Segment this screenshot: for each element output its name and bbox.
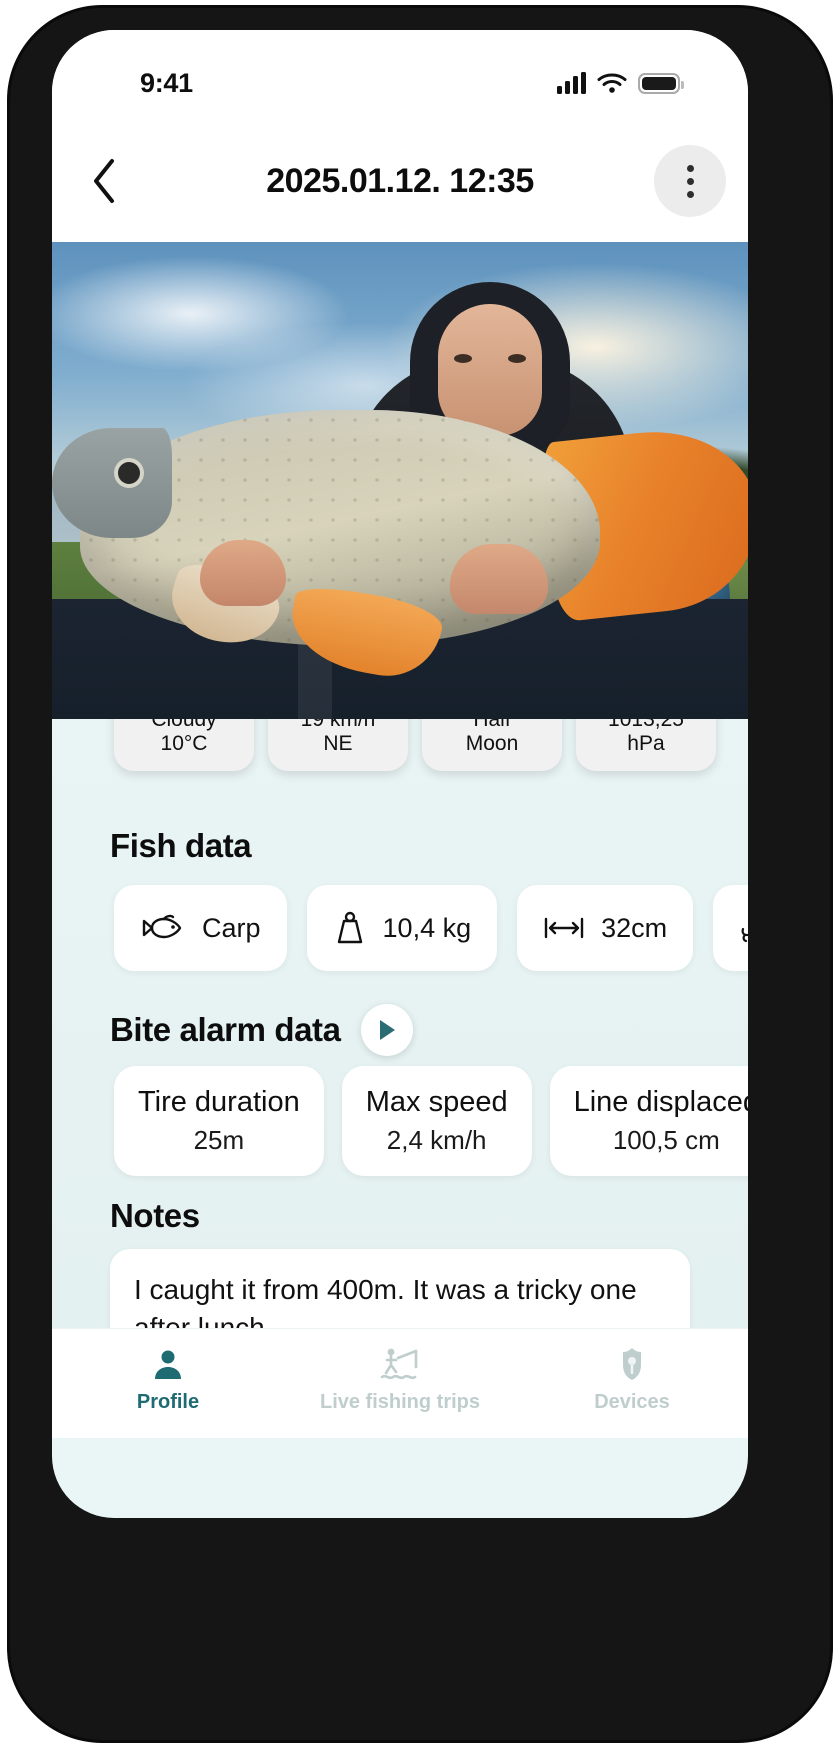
- weather-wind-text: 19 km/h NE: [301, 719, 376, 756]
- weather-pressure-text: 1013,25 hPa: [608, 719, 684, 756]
- wifi-icon: [597, 73, 627, 93]
- weather-wind-line2: NE: [323, 732, 353, 755]
- weather-card-condition[interactable]: Cloudy 10°C: [114, 719, 254, 771]
- weather-card-pressure[interactable]: 1013,25 hPa: [576, 719, 716, 771]
- weather-pressure-line1: 1013,25: [608, 719, 684, 731]
- fish-data-row[interactable]: Carp 10,4 kg 32cm: [52, 885, 748, 971]
- tab-live-fishing-trips-label: Live fishing trips: [319, 1391, 481, 1413]
- play-icon: [379, 1020, 395, 1040]
- fish-length-value: 32cm: [601, 912, 668, 943]
- bite-card-label: Tire duration: [138, 1086, 300, 1118]
- bottom-tab-bar[interactable]: Profile Live fishing trips Devices: [52, 1328, 748, 1438]
- bite-card-value: 100,5 cm: [612, 1125, 720, 1155]
- fish-species-value: Carp: [202, 912, 261, 943]
- angler-hand-left: [200, 540, 286, 606]
- status-icons: [557, 66, 684, 94]
- details-scroll-area[interactable]: Cloudy 10°C 19 km/h NE Half Moon 1013,25…: [52, 719, 748, 1438]
- fish-data-heading: Fish data: [110, 827, 252, 864]
- weather-condition-line2: 10°C: [160, 732, 208, 755]
- fish-icon: [142, 914, 182, 939]
- chevron-left-icon: [94, 159, 114, 203]
- weather-card-wind[interactable]: 19 km/h NE: [268, 719, 408, 771]
- tab-live-fishing-trips[interactable]: Live fishing trips: [284, 1343, 516, 1414]
- bite-card-value: 2,4 km/h: [386, 1125, 487, 1155]
- weather-condition-text: Cloudy 10°C: [151, 719, 216, 756]
- fish-card-weight[interactable]: 10,4 kg: [306, 885, 498, 971]
- fish-card-length[interactable]: 32cm: [517, 885, 694, 971]
- bite-card-value: 25m: [193, 1125, 245, 1155]
- fish-card-bait[interactable]: Du: [713, 885, 748, 971]
- weather-pressure-line2: hPa: [627, 732, 665, 755]
- weight-icon: [337, 911, 362, 944]
- notes-heading: Notes: [110, 1197, 200, 1234]
- fishing-trips-icon: [378, 1343, 422, 1385]
- status-time: 9:41: [140, 68, 193, 98]
- back-button[interactable]: [74, 150, 136, 212]
- bite-card-label: Max speed: [365, 1086, 508, 1118]
- tab-devices-label: Devices: [594, 1391, 670, 1413]
- bite-card-line-displaced[interactable]: Line displaced 100,5 cm: [549, 1066, 748, 1176]
- weather-wind-line1: 19 km/h: [300, 719, 376, 731]
- weather-condition-line1: Cloudy: [151, 719, 217, 731]
- phone-screen: 9:41 2025.01.12. 12:35 Cloudy 10°C 19 km…: [52, 30, 748, 1518]
- devices-icon: [615, 1343, 649, 1385]
- weather-moon-text: Half Moon: [466, 719, 519, 756]
- fish-eye: [118, 462, 140, 484]
- weather-moon-line2: Moon: [465, 732, 519, 755]
- navigation-bar: 2025.01.12. 12:35: [52, 120, 748, 242]
- angler-hand-right: [450, 544, 548, 614]
- battery-icon: [638, 73, 684, 94]
- fish-head: [52, 428, 172, 538]
- tab-profile[interactable]: Profile: [52, 1343, 284, 1414]
- bite-card-max-speed[interactable]: Max speed 2,4 km/h: [341, 1066, 532, 1176]
- bite-alarm-heading-row: Bite alarm data: [110, 1004, 413, 1056]
- fish-card-species[interactable]: Carp: [114, 885, 287, 971]
- bite-card-tire-duration[interactable]: Tire duration 25m: [114, 1066, 324, 1176]
- hook-icon: [741, 927, 748, 943]
- more-vertical-icon-dot: [686, 177, 694, 185]
- bite-alarm-row[interactable]: Tire duration 25m Max speed 2,4 km/h Lin…: [52, 1066, 748, 1176]
- bite-alarm-heading: Bite alarm data: [110, 1011, 341, 1048]
- phone-frame: 9:41 2025.01.12. 12:35 Cloudy 10°C 19 km…: [10, 8, 830, 1740]
- bite-alarm-play-button[interactable]: [360, 1004, 413, 1056]
- more-vertical-icon-dot: [686, 164, 694, 172]
- angler-face: [438, 304, 542, 436]
- status-bar: 9:41: [52, 30, 748, 120]
- cellular-signal-icon: [557, 72, 586, 94]
- tab-profile-label: Profile: [136, 1391, 200, 1413]
- more-vertical-icon-dot: [686, 190, 694, 198]
- length-icon: [544, 917, 584, 939]
- bite-card-label: Line displaced: [573, 1086, 748, 1118]
- fish-weight-value: 10,4 kg: [382, 912, 472, 943]
- page-title: 2025.01.12. 12:35: [266, 161, 534, 200]
- weather-card-moon[interactable]: Half Moon: [422, 719, 562, 771]
- more-options-button[interactable]: [654, 145, 726, 217]
- profile-person-icon: [151, 1343, 185, 1385]
- weather-cards-row[interactable]: Cloudy 10°C 19 km/h NE Half Moon 1013,25…: [52, 719, 748, 771]
- weather-moon-line1: Half: [473, 719, 511, 731]
- catch-photo[interactable]: [52, 242, 748, 719]
- tab-devices[interactable]: Devices: [516, 1343, 748, 1414]
